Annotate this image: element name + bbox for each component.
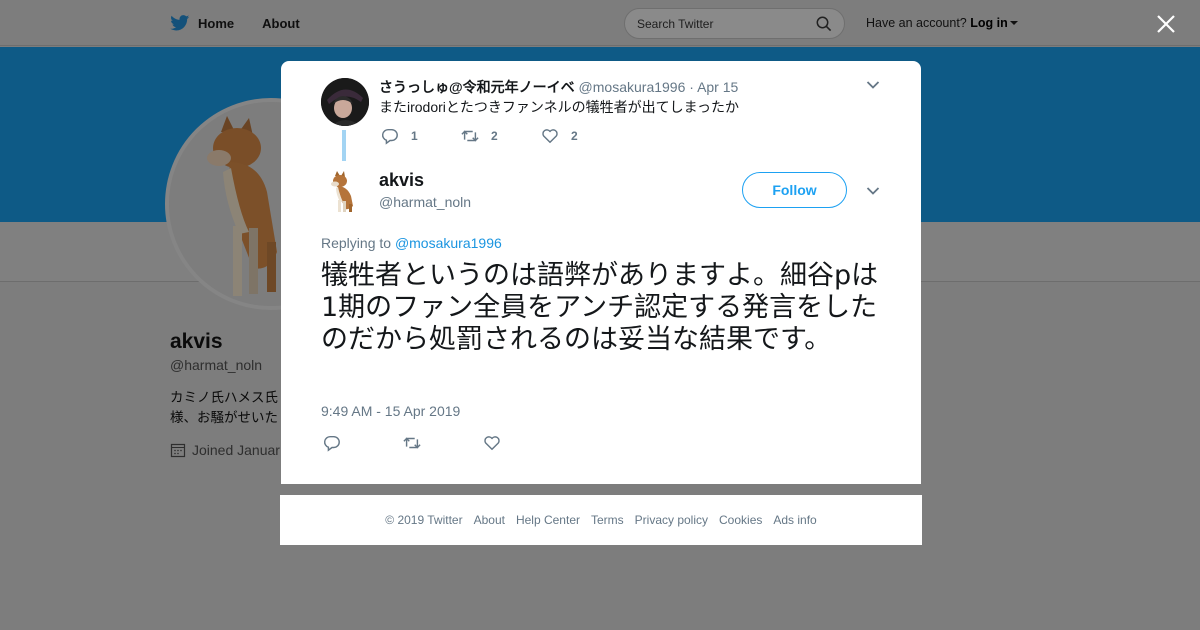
chevron-down-icon[interactable]: [866, 80, 880, 90]
chevron-down-icon[interactable]: [866, 186, 880, 196]
background-profile-name: akvis: [170, 330, 223, 353]
parent-tweet-header: さうっしゅ@令和元年ノーイベ @mosakura1996 · Apr 15: [379, 77, 738, 97]
background-profile-bio: カミノ氏ハメス氏 様、お騒がせいた: [170, 388, 280, 428]
reply-count: 1: [411, 129, 418, 143]
search-input[interactable]: [637, 16, 797, 31]
reply-icon[interactable]: [323, 434, 341, 452]
main-tweet-handle[interactable]: @harmat_noln: [379, 194, 471, 210]
nav-left: Home About: [170, 0, 300, 46]
background-profile-joined: Joined Januar: [170, 442, 282, 458]
top-navigation: Home About Have an account? Log in: [0, 0, 1200, 46]
account-area: Have an account? Log in: [866, 16, 1018, 30]
main-tweet-actions: [323, 434, 563, 457]
account-prompt: Have an account?: [866, 16, 967, 30]
footer-about-link[interactable]: About: [474, 513, 505, 527]
reply-action[interactable]: 1: [381, 127, 461, 145]
parent-tweet-text: またirodoriとたつきファンネルの犠牲者が出てしまったか: [379, 99, 740, 115]
retweet-icon[interactable]: [403, 434, 421, 452]
footer-ads-link[interactable]: Ads info: [773, 513, 816, 527]
nav-about[interactable]: About: [262, 16, 300, 31]
parent-tweet-actions: 1 2 2: [381, 127, 621, 145]
like-action[interactable]: [483, 434, 563, 457]
heart-icon[interactable]: [541, 127, 559, 145]
thread-line: [342, 130, 346, 161]
main-tweet-text: 犠牲者というのは語弊がありますよ。細谷pは1期のファン全員をアンチ認定する発言を…: [321, 260, 879, 355]
retweet-icon[interactable]: [461, 127, 479, 145]
retweet-action[interactable]: [403, 434, 483, 457]
bio-line: 様、お騒がせいた: [170, 410, 278, 425]
calendar-icon: [170, 443, 186, 458]
search-icon[interactable]: [816, 16, 832, 32]
joined-text: Joined Januar: [192, 442, 280, 458]
replying-to: Replying to @mosakura1996: [321, 235, 502, 251]
twitter-bird-icon: [170, 15, 190, 31]
footer-terms-link[interactable]: Terms: [591, 513, 624, 527]
main-tweet-name[interactable]: akvis: [379, 170, 424, 191]
nav-home-label: Home: [198, 15, 235, 31]
follow-button[interactable]: Follow: [742, 172, 847, 208]
modal-footer: © 2019 Twitter About Help Center Terms P…: [280, 495, 922, 545]
parent-avatar-image: [321, 78, 369, 126]
separator-dot: ·: [689, 79, 694, 95]
like-count: 2: [571, 129, 578, 143]
main-tweet-avatar[interactable]: [321, 166, 369, 214]
retweet-action[interactable]: 2: [461, 127, 541, 145]
like-action[interactable]: 2: [541, 127, 621, 145]
reply-icon[interactable]: [381, 127, 399, 145]
footer-privacy-link[interactable]: Privacy policy: [635, 513, 708, 527]
retweet-count: 2: [491, 129, 498, 143]
main-tweet-timestamp[interactable]: 9:49 AM - 15 Apr 2019: [321, 403, 460, 419]
replying-prefix: Replying to: [321, 235, 392, 251]
footer-cookies-link[interactable]: Cookies: [719, 513, 762, 527]
nav-about-label: About: [262, 15, 300, 31]
parent-tweet-date[interactable]: Apr 15: [697, 79, 738, 95]
parent-tweet-handle[interactable]: @mosakura1996: [579, 79, 686, 95]
close-icon[interactable]: [1155, 13, 1177, 35]
replying-to-link[interactable]: @mosakura1996: [395, 235, 502, 251]
parent-tweet-avatar[interactable]: [321, 78, 369, 126]
bio-line: カミノ氏ハメス氏: [170, 390, 278, 405]
parent-tweet-name[interactable]: さうっしゅ@令和元年ノーイベ: [379, 79, 575, 95]
heart-icon[interactable]: [483, 434, 501, 452]
caret-down-icon[interactable]: [1009, 21, 1018, 25]
nav-home[interactable]: Home: [170, 15, 234, 31]
footer-help-link[interactable]: Help Center: [516, 513, 580, 527]
login-link[interactable]: Log in: [970, 16, 1008, 30]
background-profile-handle: @harmat_noln: [170, 357, 263, 373]
footer-copyright: © 2019 Twitter: [385, 513, 463, 527]
reply-action[interactable]: [323, 434, 403, 457]
search-box[interactable]: [624, 8, 845, 39]
shiba-avatar-image: [321, 166, 369, 214]
tweet-modal: さうっしゅ@令和元年ノーイベ @mosakura1996 · Apr 15 また…: [281, 61, 921, 484]
